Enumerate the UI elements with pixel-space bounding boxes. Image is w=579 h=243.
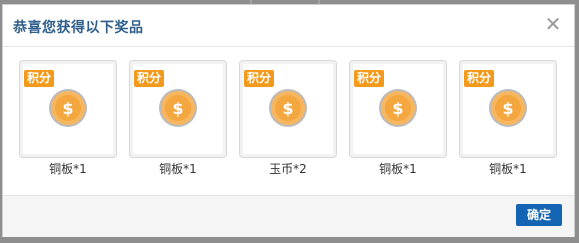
prize-card: 积分 $: [129, 60, 227, 158]
prize-label: 铜板*1: [489, 162, 527, 176]
prize-card: 积分 $: [239, 60, 337, 158]
prize-card: 积分 $: [459, 60, 557, 158]
prize-item: 积分 $ 玉币*2: [239, 60, 337, 180]
close-icon[interactable]: ✕: [542, 13, 564, 35]
svg-text:$: $: [392, 99, 403, 118]
prize-label: 玉币*2: [269, 162, 307, 176]
coin-icon: $: [158, 88, 198, 128]
prize-card: 积分 $: [349, 60, 447, 158]
svg-text:$: $: [172, 99, 183, 118]
coin-icon: $: [378, 88, 418, 128]
prize-label: 铜板*1: [159, 162, 197, 176]
prize-item: 积分 $ 铜板*1: [129, 60, 227, 180]
coin-icon: $: [488, 88, 528, 128]
svg-text:$: $: [62, 99, 73, 118]
points-badge: 积分: [24, 70, 55, 87]
prize-list: 积分 $ 铜板*1 积分 $ 铜板*1 积分 $ 玉币*2 积分 $ 铜板*1 …: [19, 60, 564, 180]
dialog-header: 恭喜您获得以下奖品 ✕: [3, 5, 574, 47]
prize-item: 积分 $ 铜板*1: [459, 60, 557, 180]
points-badge: 积分: [354, 70, 385, 87]
points-badge: 积分: [464, 70, 495, 87]
prize-item: 积分 $ 铜板*1: [19, 60, 117, 180]
coin-icon: $: [268, 88, 308, 128]
svg-text:$: $: [502, 99, 513, 118]
dialog-footer: 确定: [3, 195, 574, 237]
prize-card: 积分 $: [19, 60, 117, 158]
coin-icon: $: [48, 88, 88, 128]
prize-dialog: 恭喜您获得以下奖品 ✕ 积分 $ 铜板*1 积分 $ 铜板*1 积分 $ 玉币*…: [2, 4, 575, 237]
confirm-button[interactable]: 确定: [516, 204, 562, 226]
points-badge: 积分: [134, 70, 165, 87]
prize-item: 积分 $ 铜板*1: [349, 60, 447, 180]
prize-label: 铜板*1: [379, 162, 417, 176]
points-badge: 积分: [244, 70, 275, 87]
prize-label: 铜板*1: [49, 162, 87, 176]
svg-text:$: $: [282, 99, 293, 118]
dialog-title: 恭喜您获得以下奖品: [13, 20, 144, 36]
